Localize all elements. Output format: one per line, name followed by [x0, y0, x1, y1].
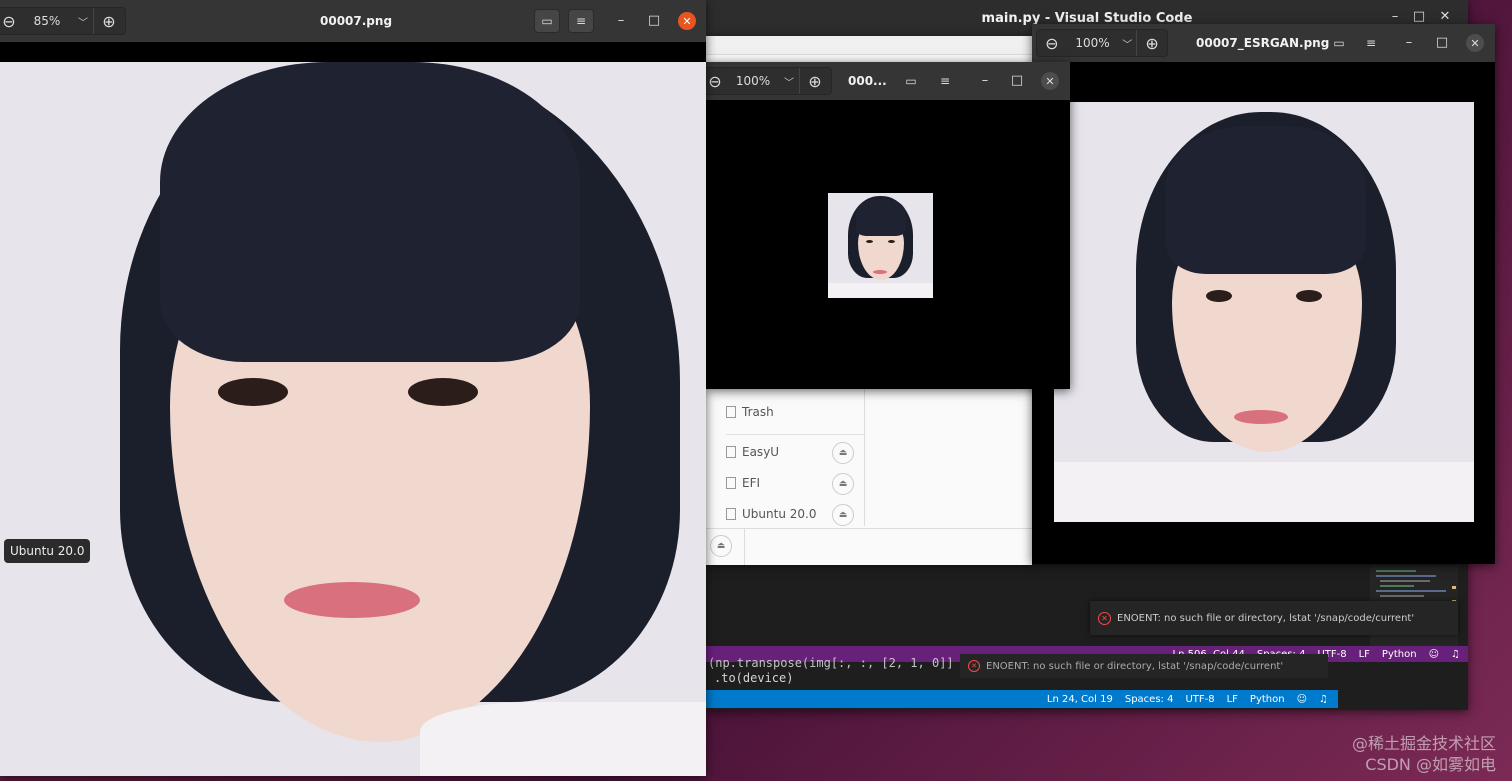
viewer-right-window: ⊖ 100% ﹀ ⊕ 00007_ESRGAN.png ▭ ≡ – □ ✕: [1032, 24, 1495, 564]
eject-icon[interactable]: ⏏: [710, 535, 732, 557]
status-eol[interactable]: LF: [1227, 694, 1238, 705]
bell-icon[interactable]: ♫: [1319, 694, 1328, 705]
viewer-left-headerbar: ⊖ 85% ﹀ ⊕ 00007.png ▭ ≡ – □ ✕: [0, 0, 706, 42]
status-bar-back: Ln 24, Col 19 Spaces: 4 UTF-8 LF Python …: [706, 690, 1338, 708]
zoom-level[interactable]: 100%: [1067, 30, 1119, 56]
bell-icon[interactable]: ♫: [1451, 649, 1460, 660]
zoom-level[interactable]: 100%: [727, 68, 779, 94]
viewer-small-headerbar: ⊖ 100% ﹀ ⊕ 000... ▭ ≡ – □ ✕: [702, 62, 1070, 100]
code-line-2: .to(device): [714, 671, 794, 685]
zoom-in-icon[interactable]: ⊕: [1136, 30, 1167, 56]
files-bottom-bar: ⏏: [706, 528, 1032, 565]
files-toolbar: [706, 36, 1032, 55]
maximize-button[interactable]: □: [1431, 35, 1453, 50]
drive-tooltip: Ubuntu 20.0: [4, 539, 91, 563]
close-button[interactable]: ✕: [1434, 9, 1456, 24]
close-icon[interactable]: ✕: [678, 12, 696, 30]
close-icon[interactable]: ✕: [1041, 72, 1059, 90]
status-language[interactable]: Python: [1382, 649, 1417, 660]
status-eol[interactable]: LF: [1359, 649, 1370, 660]
tooltip-text: Ubuntu 20.0: [10, 544, 85, 558]
viewer-left-window: ⊖ 85% ﹀ ⊕ 00007.png ▭ ≡ – □ ✕ Ubuntu 20.…: [0, 0, 706, 776]
sidebar-item-label: EasyU: [742, 445, 780, 459]
watermark-line-2: CSDN @如雾如电: [1365, 755, 1496, 774]
eject-icon[interactable]: ⏏: [832, 442, 854, 464]
fit-window-icon[interactable]: ▭: [534, 9, 560, 33]
sidebar-item-label: EFI: [742, 476, 761, 490]
zoom-out-icon[interactable]: ⊖: [1037, 30, 1067, 56]
hamburger-menu-icon[interactable]: ≡: [932, 69, 958, 93]
chevron-down-icon[interactable]: ﹀: [779, 68, 799, 94]
error-notification-background: ✕ ENOENT: no such file or directory, lst…: [960, 654, 1328, 678]
notification-text: ENOENT: no such file or directory, lstat…: [1117, 612, 1415, 624]
zoom-control: ⊖ 100% ﹀ ⊕: [1036, 29, 1168, 57]
error-icon: ✕: [968, 660, 980, 672]
notification-text-bg: ENOENT: no such file or directory, lstat…: [986, 660, 1284, 672]
viewer-right-title: 00007_ESRGAN.png: [1196, 36, 1330, 50]
sidebar-item-efi[interactable]: EFI ⏏: [726, 469, 864, 497]
esrgan-portrait-image: [1054, 102, 1474, 522]
status-position[interactable]: Ln 24, Col 19: [1047, 694, 1113, 705]
small-portrait-image: [828, 193, 933, 298]
maximize-button[interactable]: □: [1006, 73, 1028, 88]
minimize-button[interactable]: –: [610, 13, 632, 28]
fit-window-icon[interactable]: ▭: [898, 69, 924, 93]
hamburger-menu-icon[interactable]: ≡: [1358, 31, 1384, 55]
hamburger-menu-icon[interactable]: ≡: [568, 9, 594, 33]
zoom-control: ⊖ 100% ﹀ ⊕: [702, 67, 832, 95]
watermark-line-1: @稀土掘金技术社区: [1351, 734, 1496, 753]
fit-window-icon[interactable]: ▭: [1326, 31, 1352, 55]
original-portrait-image: [0, 62, 706, 776]
feedback-icon[interactable]: ☺: [1429, 649, 1439, 660]
sidebar-item-easyu[interactable]: EasyU ⏏: [726, 438, 864, 466]
trash-icon: [726, 406, 736, 418]
error-notification[interactable]: ✕ ENOENT: no such file or directory, lst…: [1090, 601, 1458, 635]
zoom-control: ⊖ 85% ﹀ ⊕: [0, 7, 126, 35]
files-sidebar: Trash EasyU ⏏ EFI ⏏ Ubuntu 20.0 ⏏: [726, 386, 865, 526]
drive-icon: [726, 508, 736, 520]
zoom-out-icon[interactable]: ⊖: [0, 8, 21, 34]
sidebar-item-label: Trash: [742, 405, 774, 419]
error-icon: ✕: [1098, 611, 1111, 625]
drive-icon: [726, 446, 736, 458]
zoom-in-icon[interactable]: ⊕: [93, 8, 124, 34]
code-line-1: (np.transpose(img[:, :, [2, 1, 0]], (2, …: [708, 656, 954, 670]
sidebar-item-trash[interactable]: Trash: [726, 398, 864, 435]
zoom-level[interactable]: 85%: [21, 8, 73, 34]
sidebar-item-label: Ubuntu 20.0: [742, 507, 817, 521]
drive-icon: [726, 477, 736, 489]
maximize-button[interactable]: □: [643, 13, 665, 28]
close-icon[interactable]: ✕: [1466, 34, 1484, 52]
watermark: @稀土掘金技术社区 CSDN @如雾如电: [1352, 733, 1496, 775]
minimize-button[interactable]: –: [1398, 35, 1420, 50]
status-spaces[interactable]: Spaces: 4: [1125, 694, 1174, 705]
feedback-icon[interactable]: ☺: [1297, 694, 1307, 705]
zoom-in-icon[interactable]: ⊕: [799, 68, 830, 94]
viewer-small-window: ⊖ 100% ﹀ ⊕ 000... ▭ ≡ – □ ✕: [702, 62, 1070, 389]
status-language[interactable]: Python: [1250, 694, 1285, 705]
viewer-small-title: 000...: [848, 74, 887, 88]
chevron-down-icon[interactable]: ﹀: [73, 8, 93, 34]
minimize-button[interactable]: –: [974, 73, 996, 88]
eject-icon[interactable]: ⏏: [832, 473, 854, 495]
chevron-down-icon[interactable]: ﹀: [1118, 30, 1136, 56]
zoom-out-icon[interactable]: ⊖: [703, 68, 727, 94]
viewer-left-title: 00007.png: [320, 14, 393, 28]
viewer-right-headerbar: ⊖ 100% ﹀ ⊕ 00007_ESRGAN.png ▭ ≡ – □ ✕: [1032, 24, 1495, 62]
minimize-button[interactable]: –: [1384, 9, 1406, 24]
status-encoding[interactable]: UTF-8: [1185, 694, 1214, 705]
eject-icon[interactable]: ⏏: [832, 504, 854, 526]
sidebar-item-ubuntu[interactable]: Ubuntu 20.0 ⏏: [726, 500, 864, 528]
maximize-button[interactable]: □: [1408, 9, 1430, 24]
